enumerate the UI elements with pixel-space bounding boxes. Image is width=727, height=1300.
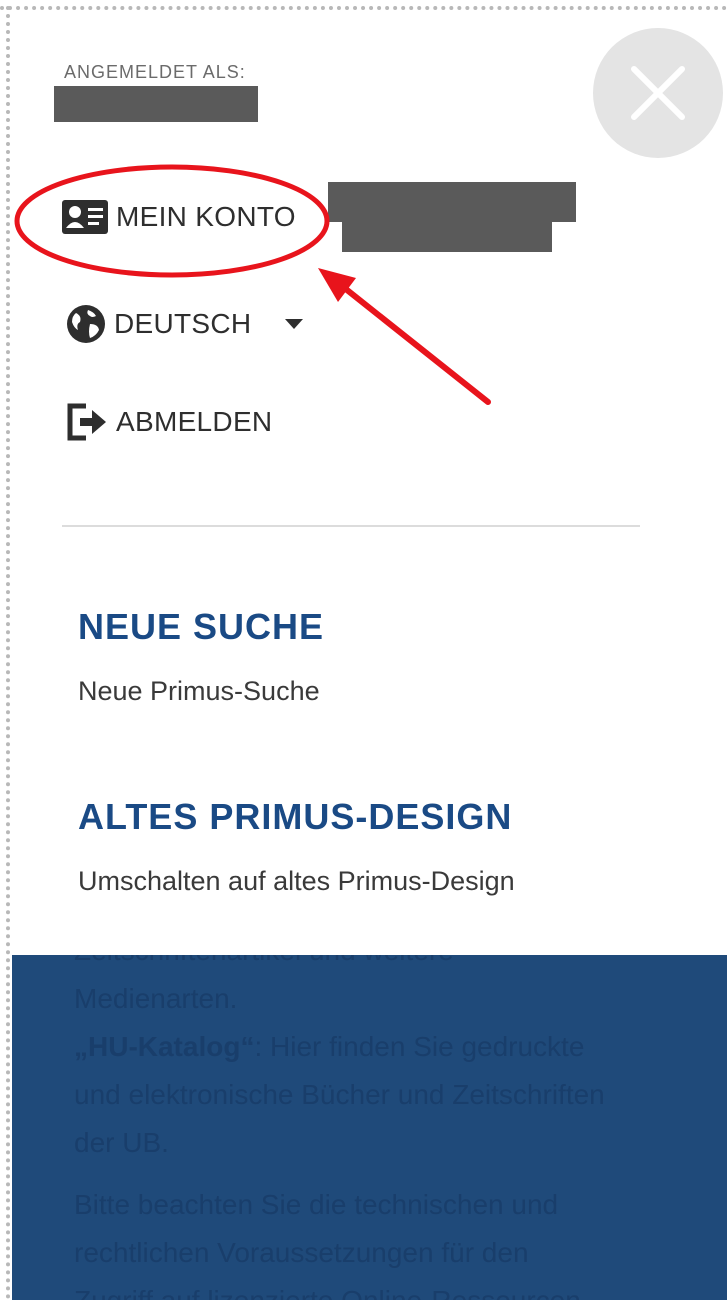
- background-line: „HU-Katalog“: Hier finden Sie gedruckte: [74, 1031, 585, 1062]
- background-content: Zeitschriftenartikel und weitere Mediena…: [12, 955, 727, 1300]
- menu-item-language[interactable]: DEUTSCH: [66, 304, 304, 344]
- menu-item-label: ABMELDEN: [116, 406, 273, 437]
- link-description: Neue Primus-Suche: [78, 676, 320, 706]
- link-description: Umschalten auf altes Primus-Design: [78, 866, 515, 896]
- redacted-account-info: [342, 216, 552, 252]
- chevron-down-icon: [285, 319, 304, 329]
- background-line: rechtlichen Voraussetzungen für den: [74, 1237, 529, 1268]
- menu-divider: [62, 525, 640, 527]
- menu-item-label: MEIN KONTO: [116, 201, 296, 232]
- background-line: der UB.: [74, 1127, 169, 1158]
- globe-icon: [66, 304, 106, 344]
- id-card-icon: [62, 200, 108, 234]
- logged-in-label: ANGEMELDET ALS:: [64, 62, 246, 82]
- menu-item-abmelden[interactable]: ABMELDEN: [66, 402, 272, 442]
- background-line: Zeitschriftenartikel und weitere: [74, 955, 694, 975]
- hu-katalog-label: „HU-Katalog“: [74, 1031, 255, 1062]
- link-neue-suche[interactable]: NEUE SUCHE: [78, 606, 324, 648]
- close-button[interactable]: [593, 28, 723, 158]
- user-menu-flyout: ANGEMELDET ALS: MEIN KONTO DEUTSCH ABMEL…: [12, 10, 727, 955]
- background-line: Bitte beachten Sie die technischen und: [74, 1189, 559, 1220]
- redacted-username: [54, 86, 258, 122]
- close-icon: [631, 66, 685, 120]
- background-line: Medienarten.: [74, 983, 238, 1014]
- background-text: Zeitschriftenartikel und weitere Mediena…: [74, 955, 694, 1300]
- menu-item-mein-konto[interactable]: MEIN KONTO: [62, 200, 296, 234]
- language-label: DEUTSCH: [114, 308, 252, 339]
- link-altes-primus-design[interactable]: ALTES PRIMUS-DESIGN: [78, 796, 512, 838]
- background-line: Zugriff auf lizenzierte Online-Ressource…: [74, 1277, 694, 1300]
- sign-out-icon: [66, 402, 108, 442]
- screenshot-frame-left: [6, 6, 10, 1300]
- background-line: und elektronische Bücher und Zeitschrift…: [74, 1079, 605, 1110]
